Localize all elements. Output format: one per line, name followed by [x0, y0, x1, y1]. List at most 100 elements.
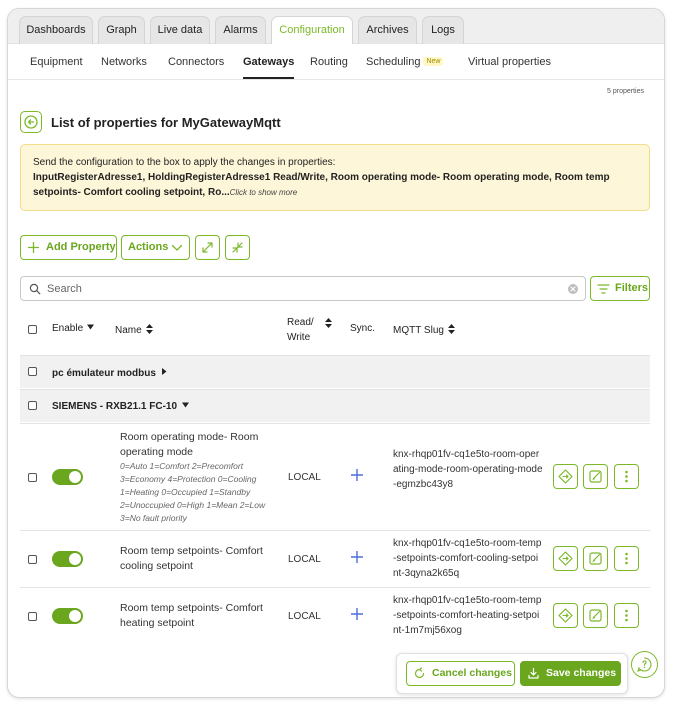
main-tabs: Dashboards Graph Live data Alarms Config… — [8, 9, 664, 44]
column-name[interactable]: Name — [115, 323, 154, 336]
read-write-value: LOCAL — [288, 554, 321, 565]
diamond-action-button[interactable] — [553, 546, 578, 571]
sort-icon — [447, 324, 455, 334]
tab-configuration[interactable]: Configuration — [271, 16, 353, 44]
subnav-scheduling-label: Scheduling — [366, 56, 421, 68]
pending-changes-notice: Send the configuration to the box to app… — [20, 144, 650, 211]
filters-label: Filters — [615, 282, 649, 294]
diamond-action-button[interactable] — [553, 464, 578, 489]
cancel-changes-button[interactable]: Cancel changes — [406, 661, 515, 686]
column-mqtt-slug[interactable]: MQTT Slug — [393, 323, 456, 336]
edit-button[interactable] — [583, 546, 608, 571]
arrow-left-icon — [24, 115, 38, 129]
column-enable[interactable]: Enable — [52, 323, 95, 334]
sort-icon[interactable] — [324, 317, 333, 329]
enable-toggle[interactable] — [52, 608, 83, 624]
expand-all-button[interactable] — [195, 235, 220, 260]
group-row[interactable]: pc émulateur modbus — [20, 355, 650, 388]
more-options-button[interactable] — [614, 603, 639, 628]
refresh-icon — [414, 667, 425, 679]
sort-icon — [145, 324, 153, 334]
app-window: Dashboards Graph Live data Alarms Config… — [7, 8, 665, 698]
actions-label: Actions — [128, 241, 169, 253]
enable-toggle[interactable] — [52, 551, 83, 567]
collapse-all-button[interactable] — [225, 235, 250, 260]
column-mqtt-slug-label: MQTT Slug — [393, 325, 444, 336]
sort-down-icon — [87, 324, 95, 330]
table-row: Room temp setpoints- Comfort cooling set… — [20, 530, 650, 587]
help-chat-icon — [637, 657, 652, 672]
search-box — [20, 276, 586, 301]
caret-right-icon — [161, 368, 167, 375]
more-vertical-icon — [625, 552, 628, 565]
mqtt-slug: knx-rhqp01fv-cq1e5to-room-temp-setpoints… — [393, 538, 542, 579]
actions-dropdown[interactable]: Actions — [121, 235, 190, 260]
save-changes-button[interactable]: Save changes — [520, 661, 621, 686]
group-label: pc émulateur modbus — [52, 367, 168, 379]
enable-toggle[interactable] — [52, 469, 83, 485]
subnav-routing[interactable]: Routing — [310, 56, 348, 68]
group-checkbox[interactable] — [28, 367, 37, 376]
caret-down-icon — [182, 402, 190, 408]
subnav-equipment[interactable]: Equipment — [30, 56, 83, 68]
table-row: Room temp setpoints- Comfort heating set… — [20, 587, 650, 644]
property-name: Room temp setpoints- Comfort heating set… — [120, 601, 280, 631]
diamond-action-button[interactable] — [553, 603, 578, 628]
page-title: List of properties for MyGatewayMqtt — [51, 115, 281, 130]
subnav-scheduling[interactable]: Scheduling New — [366, 56, 444, 68]
search-input[interactable] — [47, 281, 557, 297]
sync-plus-icon[interactable] — [350, 550, 364, 564]
clear-search-icon[interactable] — [567, 283, 579, 295]
column-read-write[interactable]: Read/ Write — [287, 315, 314, 345]
download-icon — [528, 667, 539, 679]
sub-navigation: Equipment Networks Connectors Gateways R… — [8, 44, 664, 80]
more-options-button[interactable] — [614, 464, 639, 489]
save-changes-label: Save changes — [546, 667, 617, 679]
tab-graph[interactable]: Graph — [98, 16, 145, 44]
edit-button[interactable] — [583, 603, 608, 628]
table-header: Enable Name Read/ Write Sync. MQTT Slug — [20, 309, 650, 353]
subnav-networks[interactable]: Networks — [101, 56, 147, 68]
help-chat-button[interactable] — [631, 651, 658, 678]
subnav-gateways[interactable]: Gateways — [243, 56, 295, 79]
property-title: Room operating mode- Room operating mode — [120, 431, 259, 458]
tab-live-data[interactable]: Live data — [150, 16, 210, 44]
diamond-arrow-icon — [558, 551, 573, 566]
tab-dashboards[interactable]: Dashboards — [19, 16, 93, 44]
subnav-connectors[interactable]: Connectors — [168, 56, 224, 68]
edit-icon — [589, 552, 602, 565]
group-row[interactable]: SIEMENS - RXB21.1 FC-10 — [20, 389, 650, 422]
back-button[interactable] — [20, 111, 42, 133]
property-description: 0=Auto 1=Comfort 2=Precomfort 3=Economy … — [120, 461, 266, 523]
read-write-value: LOCAL — [288, 472, 321, 483]
filters-button[interactable]: Filters — [590, 276, 650, 301]
column-sync: Sync. — [350, 323, 376, 334]
row-checkbox[interactable] — [28, 612, 37, 621]
edit-button[interactable] — [583, 464, 608, 489]
new-badge: New — [423, 57, 444, 66]
subnav-virtual-properties[interactable]: Virtual properties — [468, 56, 551, 68]
row-checkbox[interactable] — [28, 473, 37, 482]
row-checkbox[interactable] — [28, 555, 37, 564]
select-all-checkbox[interactable] — [28, 325, 37, 334]
tab-alarms[interactable]: Alarms — [215, 16, 266, 44]
edit-icon — [589, 609, 602, 622]
search-icon — [29, 283, 41, 295]
notice-property-list: InputRegisterAdresse1, HoldingRegisterAd… — [33, 172, 610, 198]
filter-icon — [597, 284, 610, 294]
sync-plus-icon[interactable] — [350, 607, 364, 621]
tab-logs[interactable]: Logs — [422, 16, 464, 44]
add-property-button[interactable]: Add Property — [20, 235, 117, 260]
mqtt-slug: knx-rhqp01fv-cq1e5to-room-operating-mode… — [393, 449, 543, 490]
more-vertical-icon — [625, 470, 628, 483]
more-options-button[interactable] — [614, 546, 639, 571]
group-name: pc émulateur modbus — [52, 368, 156, 379]
tab-archives[interactable]: Archives — [358, 16, 417, 44]
plus-icon — [27, 241, 40, 254]
show-more-link[interactable]: Click to show more — [230, 188, 298, 197]
group-checkbox[interactable] — [28, 401, 37, 410]
read-write-value: LOCAL — [288, 611, 321, 622]
property-name: Room temp setpoints- Comfort cooling set… — [120, 544, 280, 574]
sync-plus-icon[interactable] — [350, 468, 364, 482]
notice-intro: Send the configuration to the box to app… — [33, 157, 336, 168]
